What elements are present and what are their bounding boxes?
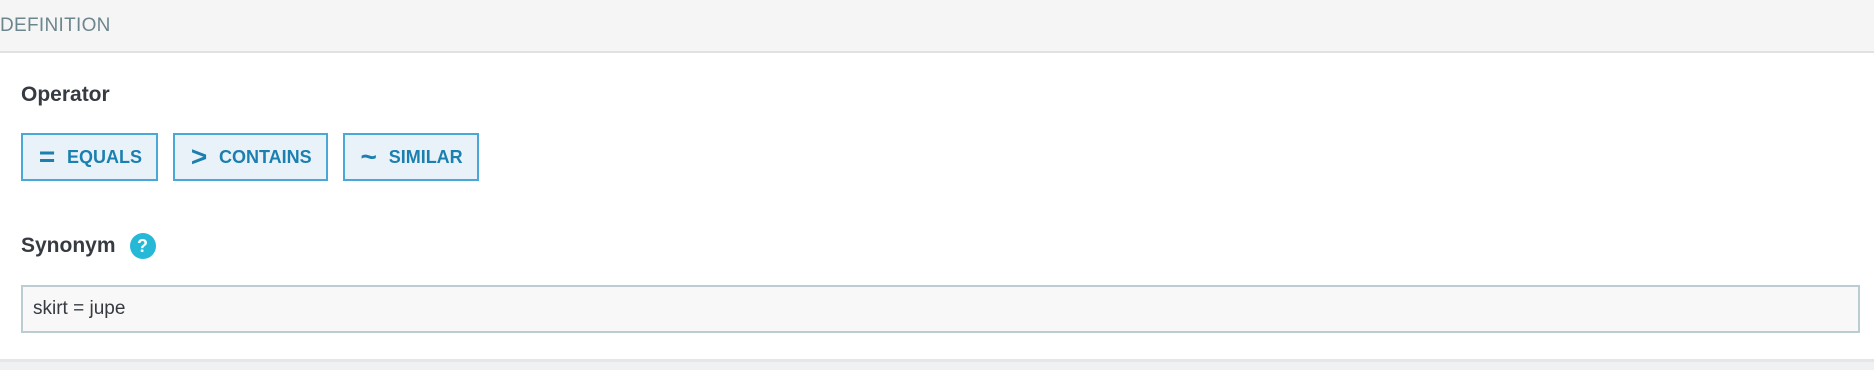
panel-heading-title: DEFINITION	[0, 14, 111, 36]
equals-button-label: EQUALS	[67, 146, 143, 167]
synonym-input[interactable]	[21, 285, 1860, 333]
equals-button[interactable]: = EQUALS	[21, 133, 159, 181]
contains-button-label: CONTAINS	[219, 146, 312, 167]
similar-button[interactable]: ~ SIMILAR	[342, 133, 479, 181]
tilde-icon: ~	[360, 141, 377, 172]
synonym-label: Synonym	[21, 234, 116, 257]
greater-than-icon: >	[190, 141, 208, 172]
operator-button-group: = EQUALS > CONTAINS ~ SIMILAR	[21, 133, 494, 181]
synonym-label-row: Synonym ?	[21, 233, 156, 259]
similar-button-label: SIMILAR	[388, 146, 463, 167]
operator-label: Operator	[21, 83, 110, 106]
contains-button[interactable]: > CONTAINS	[173, 133, 328, 181]
help-icon[interactable]: ?	[129, 233, 156, 259]
equals-icon: =	[38, 141, 56, 172]
panel-heading: DEFINITION	[0, 0, 1874, 53]
definition-panel: DEFINITION Operator = EQUALS > CONTAINS …	[0, 0, 1874, 362]
